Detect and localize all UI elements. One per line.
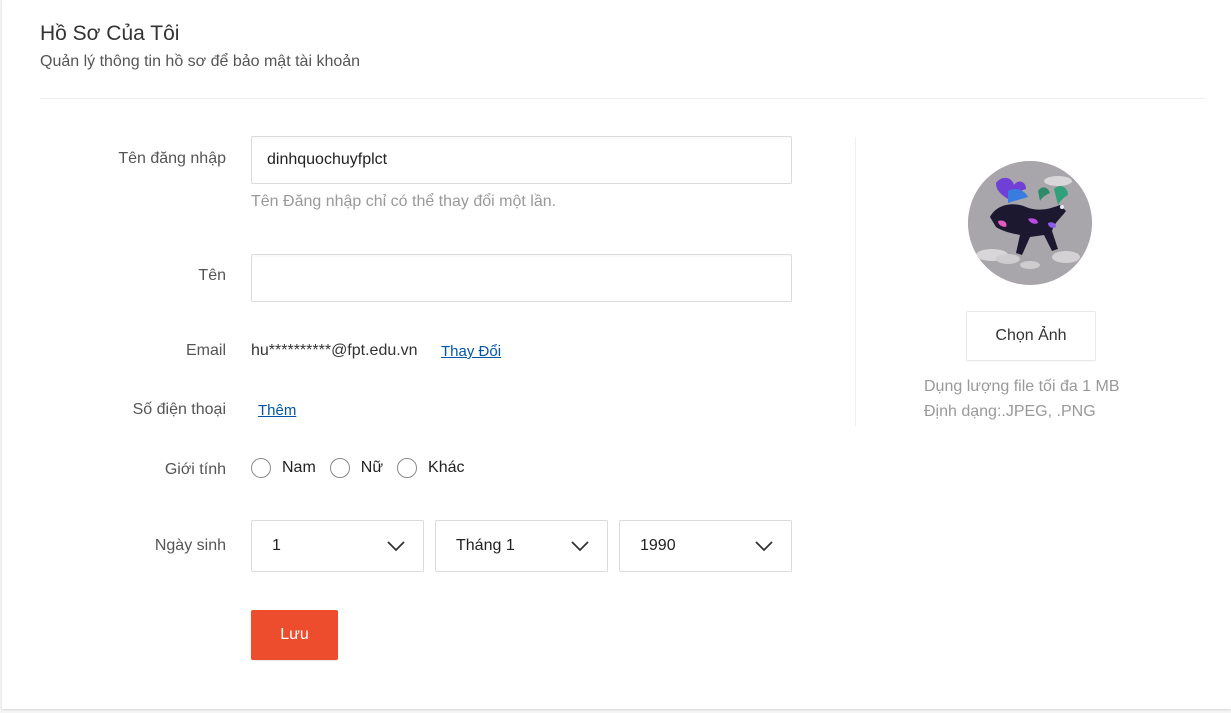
- gender-option-male[interactable]: Nam: [251, 458, 316, 478]
- month-select-value: Tháng 1: [456, 537, 515, 554]
- username-input[interactable]: [251, 136, 792, 184]
- gender-option-label: Khác: [428, 459, 465, 476]
- page-subtitle: Quản lý thông tin hồ sơ để bảo mật tài k…: [40, 53, 361, 70]
- save-button[interactable]: Lưu: [251, 610, 338, 660]
- gender-option-label: Nữ: [360, 459, 384, 476]
- year-select-value: 1990: [640, 537, 676, 554]
- chevron-down-icon: [387, 541, 405, 552]
- avatar-format-hint: Định dạng:.JPEG, .PNG: [924, 403, 1096, 420]
- gender-label: Giới tính: [164, 461, 226, 478]
- avatar-image: [968, 161, 1092, 285]
- day-select[interactable]: 1: [251, 520, 424, 572]
- email-label: Email: [185, 342, 226, 359]
- email-value: hu**********@fpt.edu.vn: [251, 342, 418, 359]
- page-header: Hồ Sơ Của Tôi Quản lý thông tin hồ sơ để…: [40, 20, 360, 73]
- name-label: Tên: [198, 267, 226, 284]
- radio-circle-icon[interactable]: [397, 458, 418, 478]
- gender-option-female[interactable]: Nữ: [329, 458, 384, 478]
- username-hint: Tên Đăng nhập chỉ có thể thay đổi một lầ…: [251, 193, 557, 210]
- name-input[interactable]: [251, 254, 792, 302]
- gender-option-other[interactable]: Khác: [397, 458, 465, 478]
- radio-circle-icon[interactable]: [251, 458, 271, 478]
- change-email-link[interactable]: Thay Đổi: [441, 343, 501, 360]
- header-divider: [40, 98, 1205, 99]
- add-phone-link[interactable]: Thêm: [258, 402, 296, 419]
- month-select[interactable]: Tháng 1: [435, 520, 608, 572]
- radio-circle-icon[interactable]: [329, 458, 350, 478]
- year-select[interactable]: 1990: [619, 520, 792, 572]
- avatar-size-hint: Dụng lượng file tối đa 1 MB: [924, 378, 1120, 395]
- column-divider: [855, 137, 856, 426]
- profile-card: Hồ Sơ Của Tôi Quản lý thông tin hồ sơ để…: [2, 0, 1231, 709]
- birthday-label: Ngày sinh: [154, 537, 226, 554]
- gender-option-label: Nam: [282, 459, 316, 476]
- chevron-down-icon: [755, 541, 773, 552]
- day-select-value: 1: [272, 537, 281, 554]
- chevron-down-icon: [571, 541, 589, 552]
- avatar: [968, 161, 1092, 285]
- username-label: Tên đăng nhập: [118, 150, 226, 167]
- choose-image-button[interactable]: Chọn Ảnh: [966, 311, 1096, 361]
- page-title: Hồ Sơ Của Tôi: [40, 22, 180, 45]
- phone-label: Số điện thoại: [132, 401, 226, 418]
- gender-radio-group: Nam Nữ Khác: [251, 458, 479, 478]
